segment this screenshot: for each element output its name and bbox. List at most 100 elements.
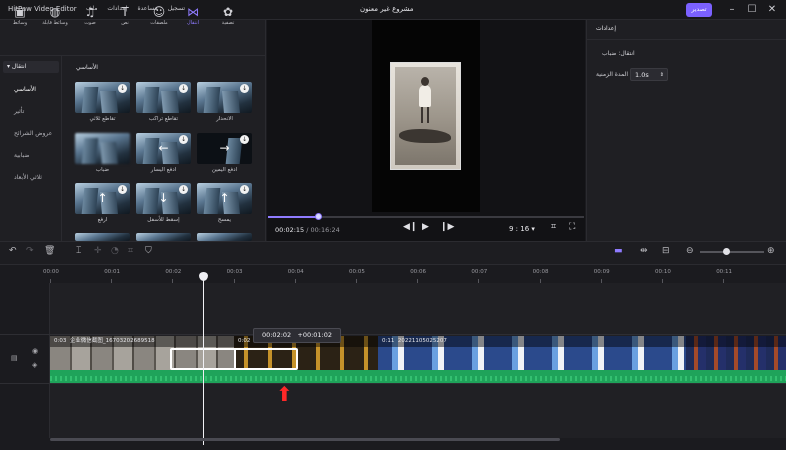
tab-media[interactable]: ▣ وسائط: [5, 4, 35, 34]
transition-type-row: انتقال: ضباب: [596, 50, 635, 57]
duration-input[interactable]: 1.0s ⇕: [630, 68, 668, 81]
crop-icon[interactable]: ⌗: [128, 246, 133, 256]
download-icon[interactable]: ↓: [118, 84, 127, 93]
transition-label: ادفع اليمين: [211, 167, 238, 173]
tab-stickers[interactable]: ☺ ملصقات: [144, 4, 174, 34]
marker-icon[interactable]: ⛉: [145, 246, 152, 256]
transition-thumb[interactable]: [75, 233, 130, 241]
transition-thumb[interactable]: ↑ ↓: [75, 183, 130, 214]
zoom-out-icon[interactable]: ⊖: [686, 246, 694, 256]
ruler-label: 00:07: [471, 269, 488, 275]
tab-settings[interactable]: إعدادات: [596, 25, 616, 32]
horizontal-scrollbar[interactable]: [50, 438, 560, 441]
snap-icon[interactable]: ▬: [614, 246, 623, 256]
tab-stock-media[interactable]: ◍ وسائط قابلة: [40, 4, 70, 34]
text-icon: T: [121, 5, 129, 19]
download-icon[interactable]: ↓: [240, 135, 249, 144]
delete-icon[interactable]: 🗑: [44, 246, 55, 256]
audio-waveform: [50, 376, 786, 381]
prev-frame-icon[interactable]: ◀❙: [403, 222, 417, 232]
transition-label: تقاطع تراكب: [148, 116, 179, 122]
tooltip-duration: +00:01:02: [297, 331, 333, 339]
category-effect[interactable]: تأثير: [14, 108, 24, 115]
annotation-arrow-icon: ⬆: [276, 382, 293, 406]
undo-icon[interactable]: ↶: [9, 246, 17, 256]
crop-icon[interactable]: ⌗: [551, 222, 556, 232]
split-icon[interactable]: ⌶: [76, 246, 81, 256]
filter-icon: ✿: [222, 5, 234, 19]
media-icon: ▣: [14, 5, 26, 19]
tab-text[interactable]: T نص: [110, 4, 140, 34]
export-button[interactable]: تصدير: [686, 3, 712, 17]
ruler-label: 00:11: [716, 269, 733, 275]
transition-thumb[interactable]: ↓: [136, 82, 191, 113]
ruler-label: 00:08: [532, 269, 549, 275]
video-clip[interactable]: 0:11 20221105025207: [378, 336, 686, 370]
tab-transitions[interactable]: ⋈ انتقال: [178, 4, 208, 34]
sticker-icon: ☺: [152, 5, 166, 19]
time-display: 00:02:15 / 00:16:24: [275, 226, 340, 234]
visibility-icon[interactable]: ◉: [32, 347, 38, 355]
category-basic[interactable]: الأساسي: [14, 86, 36, 93]
project-title: مشروع غير معنون: [360, 5, 414, 13]
transition-thumb[interactable]: ↑ ↓: [197, 183, 252, 214]
zoom-slider[interactable]: [700, 251, 764, 253]
tab-audio[interactable]: ♫ صوت: [75, 4, 105, 34]
category-blur[interactable]: ضبابية: [14, 152, 29, 159]
scrubber-handle[interactable]: [315, 213, 323, 220]
transition-type-value: ضباب: [602, 50, 617, 57]
transition-thumb[interactable]: ← ↓: [136, 133, 191, 164]
download-icon[interactable]: ↓: [240, 84, 249, 93]
transition-label: يمسح: [217, 217, 232, 223]
duration-label: المدة الزمنية: [596, 71, 629, 78]
close-icon[interactable]: ✕: [765, 3, 779, 17]
ruler-label: 00:02: [165, 269, 182, 275]
transition-thumb[interactable]: ↓ ↓: [136, 183, 191, 214]
transition-thumb[interactable]: [75, 133, 130, 164]
globe-icon: ◍: [49, 5, 61, 19]
track-icon: ▤: [11, 354, 18, 362]
download-icon[interactable]: ↓: [118, 185, 127, 194]
ruler-label: 00:05: [349, 269, 365, 275]
play-icon[interactable]: ▶: [422, 222, 429, 232]
ruler-label: 00:04: [287, 269, 304, 275]
transition-label: ادفع اليسار: [150, 167, 177, 173]
category-3d[interactable]: ثلاثي الأبعاد: [14, 174, 42, 181]
download-icon[interactable]: ↓: [179, 185, 188, 194]
download-icon[interactable]: ↓: [240, 185, 249, 194]
split-view-icon[interactable]: ⇹: [640, 246, 648, 256]
transition-thumb[interactable]: ↓: [197, 82, 252, 113]
tooltip-position: 00:02:02: [261, 331, 292, 339]
minimize-icon[interactable]: –: [725, 3, 739, 17]
transition-thumb[interactable]: [197, 233, 252, 241]
transition-clip[interactable]: [170, 348, 298, 370]
video-clip[interactable]: [686, 336, 786, 370]
transition-label: تقاطع ثلاثي: [89, 116, 116, 122]
tab-filters[interactable]: ✿ تصفية: [213, 4, 243, 34]
freeze-icon[interactable]: ✛: [94, 246, 102, 256]
next-frame-icon[interactable]: ❙▶: [440, 222, 454, 232]
ruler-label: 00:03: [226, 269, 243, 275]
aspect-ratio-select[interactable]: 9 : 16 ▾: [509, 225, 535, 233]
speed-icon[interactable]: ◔: [111, 246, 119, 256]
section-title: الأساسي: [76, 64, 98, 71]
ruler-label: 00:09: [593, 269, 610, 275]
transition-thumb[interactable]: ↓: [75, 82, 130, 113]
transition-label: ضباب: [95, 167, 110, 173]
download-icon[interactable]: ↓: [179, 135, 188, 144]
transition-type-label: انتقال:: [618, 50, 635, 57]
maximize-icon[interactable]: ☐: [745, 3, 759, 17]
transition-thumb[interactable]: [136, 233, 191, 241]
download-icon[interactable]: ↓: [179, 84, 188, 93]
category-slideshow[interactable]: عروض الشرائح: [14, 130, 52, 137]
playhead[interactable]: [203, 275, 204, 445]
mute-icon[interactable]: ◈: [32, 361, 37, 369]
transition-thumb[interactable]: → ↓: [197, 133, 252, 164]
zoom-in-icon[interactable]: ⊕: [767, 246, 775, 256]
redo-icon[interactable]: ↷: [26, 246, 34, 256]
category-header[interactable]: ▾ انتقال: [3, 61, 59, 73]
stepper-icon[interactable]: ⇕: [660, 69, 664, 81]
subtitle-icon[interactable]: ⊟: [662, 246, 670, 256]
fullscreen-icon[interactable]: ⛶: [569, 222, 575, 232]
zoom-handle[interactable]: [723, 248, 730, 255]
